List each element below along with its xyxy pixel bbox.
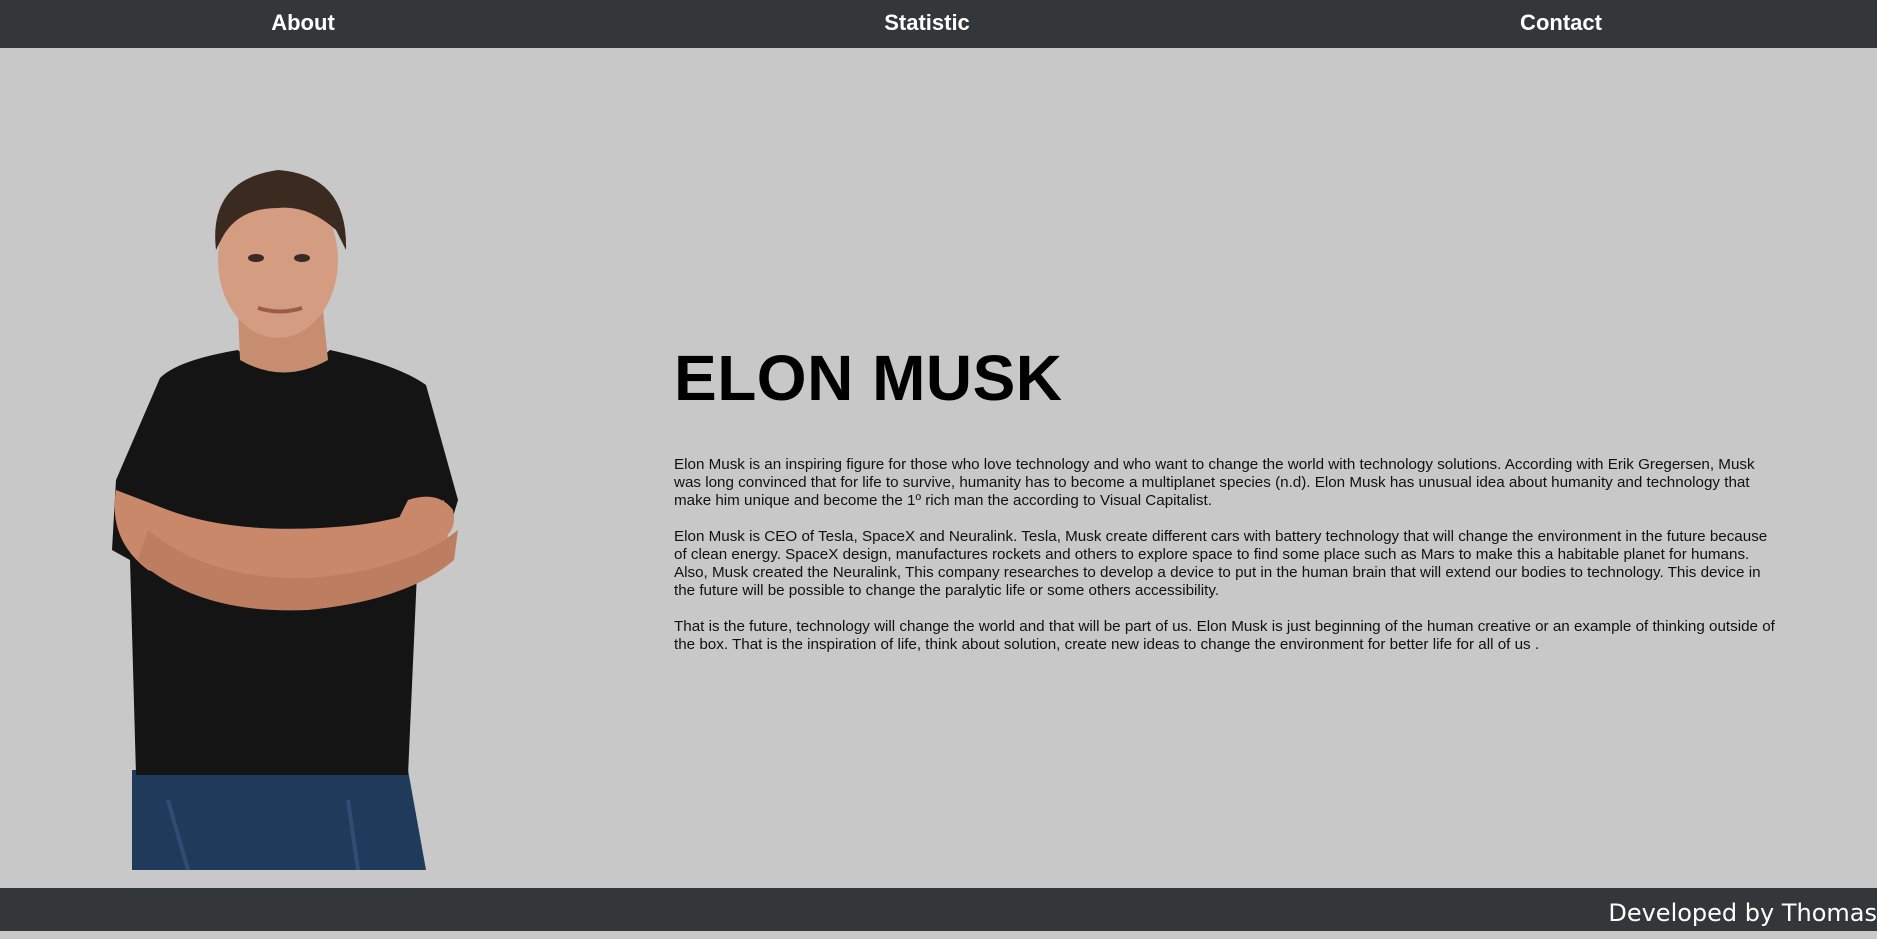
nav-statistic-link[interactable]: Statistic — [884, 0, 970, 46]
bio-paragraph-1: Elon Musk is an inspiring figure for tho… — [674, 456, 1755, 509]
elon-musk-portrait — [108, 160, 478, 870]
bio-text: Elon Musk is an inspiring figure for tho… — [674, 456, 1784, 654]
bio-paragraph-2: Elon Musk is CEO of Tesla, SpaceX and Ne… — [674, 528, 1768, 599]
page-title: ELON MUSK — [674, 342, 1063, 414]
nav-about-link[interactable]: About — [271, 0, 335, 46]
top-navbar: About Statistic Contact — [0, 0, 1877, 48]
nav-contact-link[interactable]: Contact — [1520, 0, 1602, 46]
footer-bar: Developed by Thomas — [0, 888, 1877, 931]
footer-credit: Developed by Thomas — [1608, 899, 1877, 927]
main-content: ELON MUSK Elon Musk is an inspiring figu… — [674, 330, 1784, 672]
bio-paragraph-3: That is the future, technology will chan… — [674, 618, 1775, 653]
